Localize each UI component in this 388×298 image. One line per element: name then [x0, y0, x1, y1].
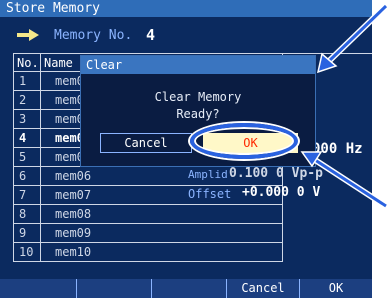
row-number: 3	[14, 110, 41, 128]
row-number: 6	[14, 167, 41, 185]
amplitude-value: 0.100 0 Vp-p	[229, 166, 323, 181]
memory-number-row: Memory No. 4	[0, 24, 372, 46]
table-row[interactable]: 10 mem10	[13, 243, 283, 262]
softkey-bar: Cancel OK	[0, 279, 372, 298]
row-number: 5	[14, 148, 41, 166]
ok-highlight-ring	[190, 123, 298, 159]
row-name: mem08	[55, 207, 92, 221]
softkey-2[interactable]	[76, 279, 151, 298]
softkey-1[interactable]	[0, 279, 76, 298]
row-name: mem10	[55, 245, 92, 259]
dialog-message: Clear Memory	[154, 90, 242, 104]
softkey-3[interactable]	[151, 279, 226, 298]
dialog-title: Clear	[81, 56, 315, 74]
row-name: mem09	[55, 226, 92, 240]
row-number: 7	[14, 186, 41, 204]
row-number: 9	[14, 224, 41, 242]
dialog-question: Ready?	[176, 107, 220, 121]
frequency-value: 000 Hz	[312, 141, 363, 157]
row-number: 4	[14, 129, 41, 147]
screen: Store Memory Memory No. 4 No. Name 1 mem…	[0, 0, 372, 298]
window-title: Store Memory	[0, 0, 372, 17]
memory-number-value: 4	[146, 26, 156, 44]
softkey-cancel-button[interactable]: Cancel	[226, 279, 299, 298]
row-number: 8	[14, 205, 41, 223]
row-number: 2	[14, 91, 41, 109]
amplitude-label: Amplid	[188, 168, 228, 181]
softkey-ok-button[interactable]: OK	[299, 279, 372, 298]
row-number: 1	[14, 72, 41, 90]
offset-value: +0.000 0 V	[242, 185, 321, 200]
memory-number-label: Memory No.	[54, 28, 133, 43]
dialog-cancel-button[interactable]: Cancel	[100, 133, 192, 153]
row-number: 10	[14, 243, 41, 261]
table-row[interactable]: 8 mem08	[13, 205, 283, 224]
offset-label: Offset	[188, 187, 232, 201]
column-header-no: No.	[14, 54, 41, 72]
arrow-right-icon	[17, 29, 39, 41]
table-row[interactable]: 9 mem09	[13, 224, 283, 243]
